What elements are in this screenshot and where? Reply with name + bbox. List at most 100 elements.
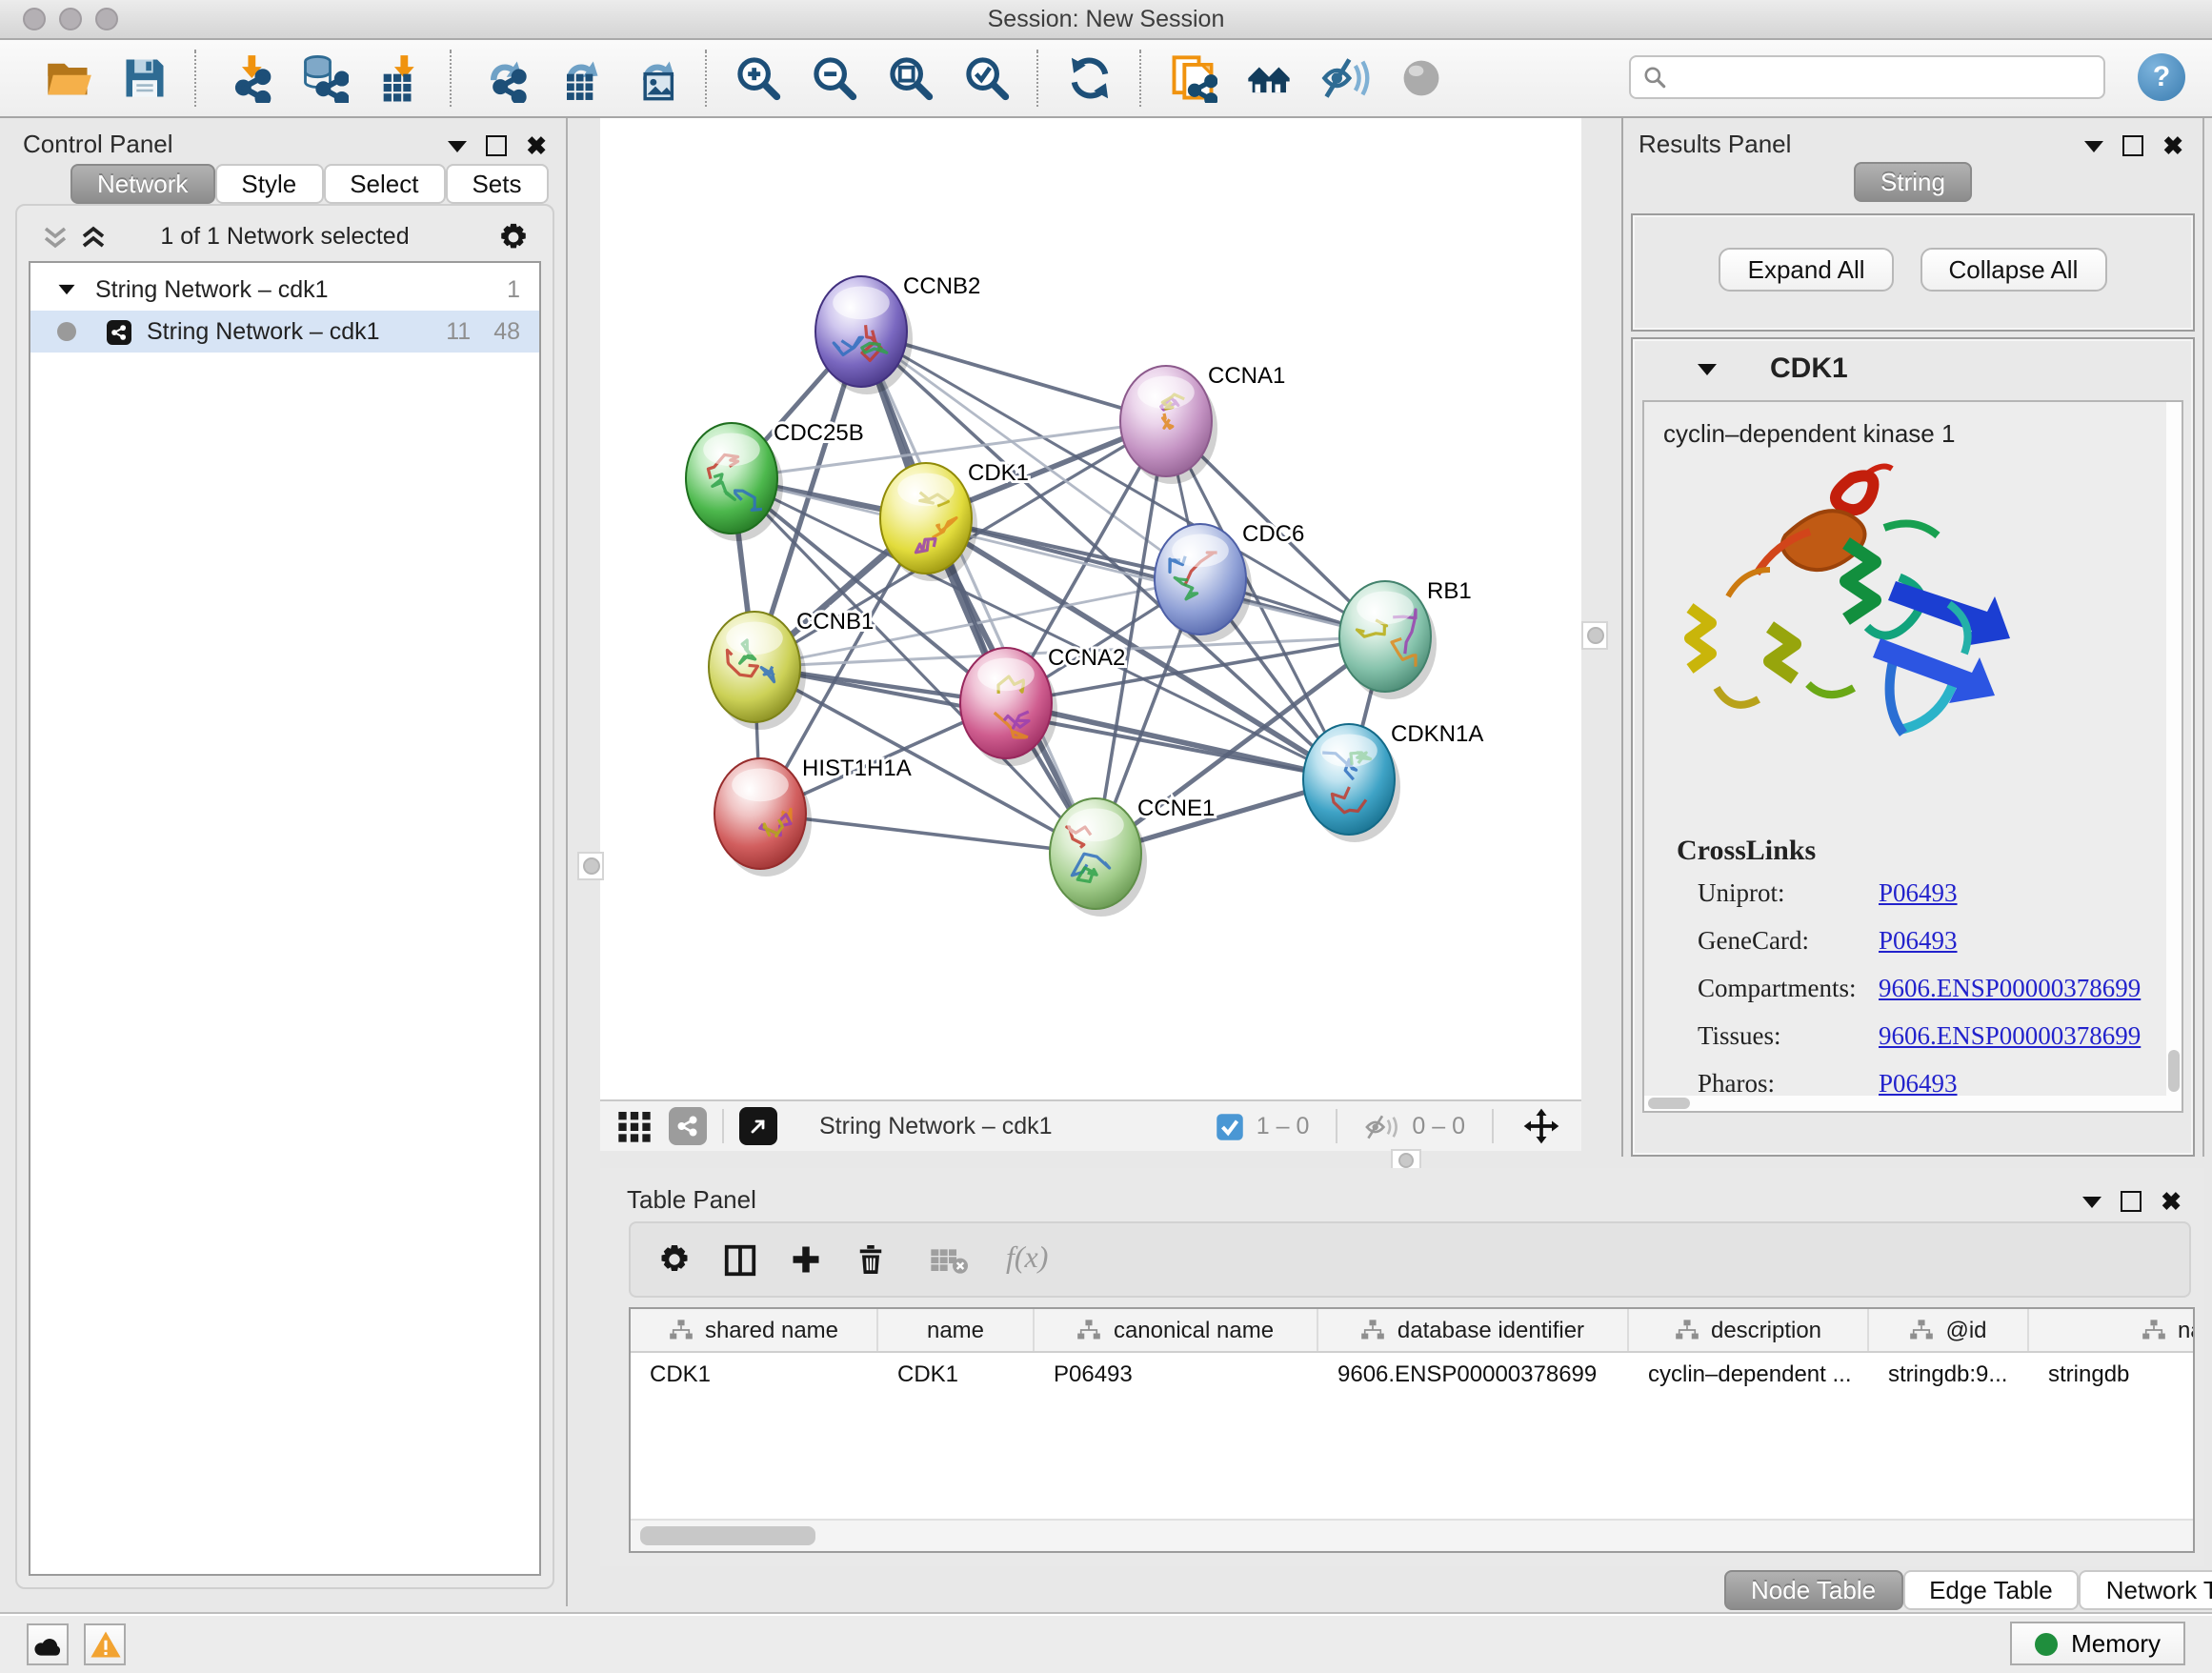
left-splitter-handle[interactable] [577,852,604,880]
node-CCNB2: CCNB2 [815,273,980,394]
network-options-gear-icon[interactable] [497,221,530,253]
fit-selected-crosshair-icon[interactable] [1520,1105,1562,1147]
column-header-shared-name[interactable]: shared name [631,1309,878,1351]
zoom-fit-content-icon[interactable] [880,48,941,109]
create-column-plus-icon[interactable] [789,1242,823,1277]
window-title: Session: New Session [0,0,2212,38]
network-collection-row[interactable]: String Network – cdk1 1 [30,269,539,311]
tab-network[interactable]: Network [70,164,214,204]
collection-count: 1 [507,276,520,303]
table-panel-title: Table Panel [627,1185,756,1214]
application-window: Session: New Session ? Control Panel ✖ N… [0,0,2212,1671]
window-close-button[interactable] [23,8,46,30]
warnings-button[interactable] [84,1623,126,1665]
expand-all-button[interactable]: Expand All [1719,248,1894,292]
grid-view-icon[interactable] [615,1107,654,1145]
results-panel-float-icon[interactable] [2122,135,2143,156]
table-tab-edge-table[interactable]: Edge Table [1902,1570,2080,1610]
help-button[interactable]: ? [2138,53,2185,101]
memory-button[interactable]: Memory [2010,1622,2185,1665]
crosslink-value[interactable]: P06493 [1879,926,1958,957]
table-hscrollbar[interactable] [631,1519,2193,1551]
right-splitter-handle[interactable] [1581,621,1608,650]
show-columns-icon[interactable] [722,1241,758,1278]
crosslink-label: Compartments: [1698,974,1879,1004]
table-cell: stringdb [2029,1353,2195,1395]
column-header--id[interactable]: @id [1869,1309,2029,1351]
hide-selected-nodes-icon[interactable] [1315,48,1376,109]
table-toolbar: f(x) [629,1221,2191,1298]
show-all-nodes-icon[interactable] [1391,48,1452,109]
bottom-splitter-handle[interactable] [1391,1149,1421,1170]
table-panel-close-icon[interactable]: ✖ [2161,1192,2182,1211]
search-field[interactable] [1629,55,2105,99]
save-session-icon[interactable] [114,48,175,109]
crosslink-label: Uniprot: [1698,878,1879,909]
delete-table-icon[interactable] [930,1244,968,1275]
tab-sets[interactable]: Sets [445,164,548,204]
node-CDC6: CDC6 [1155,521,1304,642]
window-minimize-button[interactable] [59,8,82,30]
results-vscrollbar[interactable] [2166,402,2182,1111]
node-CCNE1: CCNE1 [1050,796,1215,917]
birds-eye-view-icon[interactable] [739,1107,777,1145]
search-input[interactable] [1677,62,2103,92]
column-header-name[interactable]: name [878,1309,1035,1351]
export-image-icon[interactable] [625,48,686,109]
import-network-from-file-icon[interactable] [217,48,278,109]
table-row[interactable]: CDK1CDK1P064939606.ENSP00000378699cyclin… [631,1353,2193,1395]
control-panel-collapse-icon[interactable] [448,140,467,151]
column-header-database-identifier[interactable]: database identifier [1318,1309,1629,1351]
table-panel-collapse-icon[interactable] [2082,1196,2101,1207]
results-panel: Results Panel ✖ String Expand All Collap… [1621,118,2204,1157]
results-panel-close-icon[interactable]: ✖ [2162,136,2183,155]
zoom-out-icon[interactable] [804,48,865,109]
crosslink-value[interactable]: 9606.ENSP00000378699 [1879,1021,2141,1052]
results-hscrollbar[interactable] [1644,1096,2182,1111]
collection-expand-icon[interactable] [59,285,75,294]
import-table-from-file-icon[interactable] [370,48,431,109]
node-label: CCNA2 [1048,645,1125,671]
column-header-canonical-name[interactable]: canonical name [1035,1309,1318,1351]
results-panel-collapse-icon[interactable] [2084,140,2103,151]
table-tab-node-table[interactable]: Node Table [1724,1570,1902,1610]
function-builder-icon[interactable]: f(x) [1006,1242,1048,1277]
gene-collapse-icon[interactable] [1698,364,1717,375]
collapse-all-button[interactable]: Collapse All [1920,248,2107,292]
gene-section: CDK1 cyclin–dependent kinase 1 [1631,337,2195,1157]
node-label: HIST1H1A [802,756,912,781]
new-network-from-selection-icon[interactable] [1162,48,1223,109]
import-network-from-database-icon[interactable] [293,48,354,109]
protein-structure-image [1671,459,2037,779]
column-header-namespace[interactable]: namespace [2029,1309,2195,1351]
hidden-eye-slash-icon [1364,1112,1400,1140]
crosslink-value[interactable]: P06493 [1879,878,1958,909]
table-tab-network-table[interactable]: Network Table [2080,1570,2212,1610]
control-panel-close-icon[interactable]: ✖ [526,136,547,155]
table-panel-float-icon[interactable] [2121,1191,2142,1212]
column-header-description[interactable]: description [1629,1309,1869,1351]
export-network-icon[interactable] [473,48,533,109]
table-cell: stringdb:9... [1869,1353,2029,1395]
network-view-canvas[interactable]: CCNB2CCNA1CDC25BCDK1CDC6RB1CCNB1CCNA2CDK… [600,118,1581,1099]
tab-select[interactable]: Select [323,164,445,204]
export-table-icon[interactable] [549,48,610,109]
open-session-icon[interactable] [38,48,99,109]
crosslink-value[interactable]: 9606.ENSP00000378699 [1879,974,2141,1004]
window-zoom-button[interactable] [95,8,118,30]
table-options-gear-icon[interactable] [657,1242,692,1277]
network-row-selected[interactable]: String Network – cdk1 11 48 [30,311,539,353]
string-share-icon[interactable] [669,1107,707,1145]
delete-column-trash-icon[interactable] [854,1242,888,1277]
table-cell: P06493 [1035,1353,1318,1395]
string-protein-query-icon[interactable] [1238,48,1299,109]
results-tab-string[interactable]: String [1854,162,1972,202]
selected-checkbox-icon[interactable] [1217,1112,1245,1140]
tab-style[interactable]: Style [214,164,323,204]
zoom-in-icon[interactable] [728,48,789,109]
cloud-icon [32,1632,63,1657]
cloud-button[interactable] [27,1623,69,1665]
control-panel-float-icon[interactable] [486,135,507,156]
apply-preferred-layout-icon[interactable] [1059,48,1120,109]
zoom-selected-icon[interactable] [956,48,1017,109]
